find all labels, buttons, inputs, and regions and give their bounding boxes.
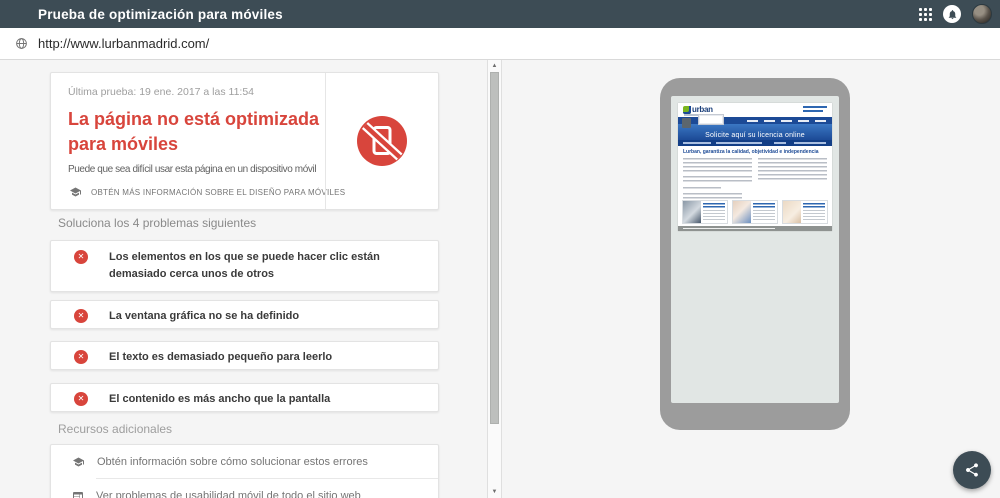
- scroll-down-arrow[interactable]: ▼: [488, 487, 501, 497]
- tested-url: http://www.lurbanmadrid.com/: [38, 36, 210, 51]
- globe-icon: [15, 37, 28, 50]
- phone-screen: urban Solicite aquí su licencia online L…: [671, 96, 839, 403]
- issue-label: El texto es demasiado pequeño para leerl…: [109, 351, 333, 363]
- learn-more-link[interactable]: OBTÉN MÁS INFORMACIÓN SOBRE EL DISEÑO PA…: [68, 186, 345, 198]
- header-actions: [919, 0, 992, 28]
- phone-mockup: urban Solicite aquí su licencia online L…: [660, 78, 850, 430]
- preview-phone-number-bars: [803, 106, 827, 113]
- issue-label: La ventana gráfica no se ha definido: [109, 310, 300, 322]
- app-header: Prueba de optimización para móviles: [0, 0, 1000, 28]
- last-test-timestamp: Última prueba: 19 ene. 2017 a las 11:54: [68, 86, 255, 98]
- resource-label: Ver problemas de usabilidad móvil de tod…: [96, 489, 361, 498]
- photo-thumbnail: [783, 201, 801, 223]
- result-status-box: [325, 73, 438, 209]
- logo-mark-icon: [683, 105, 691, 114]
- result-card: Última prueba: 19 ene. 2017 a las 11:54 …: [50, 72, 439, 210]
- resources-card: Obtén información sobre cómo solucionar …: [50, 444, 439, 498]
- not-mobile-friendly-icon: [357, 116, 407, 166]
- resource-label: Obtén información sobre cómo solucionar …: [97, 455, 368, 468]
- preview-mini-card: [782, 200, 828, 224]
- resource-link-fix-errors[interactable]: Obtén información sobre cómo solucionar …: [51, 445, 438, 478]
- error-icon: ✕: [74, 309, 88, 323]
- preview-card-row: [678, 199, 832, 226]
- issue-label: Los elementos en los que se puede hacer …: [109, 251, 380, 280]
- error-icon: ✕: [74, 350, 88, 364]
- photo-thumbnail: [733, 201, 751, 223]
- page-title: Prueba de optimización para móviles: [38, 6, 283, 22]
- preview-text-columns: [683, 158, 827, 201]
- graduation-cap-icon: [71, 456, 86, 468]
- logo-text: urban: [692, 105, 713, 114]
- preview-mini-card: [682, 200, 728, 224]
- preview-mini-card: [732, 200, 778, 224]
- photo-thumbnail: [683, 201, 701, 223]
- preview-navbar: [678, 114, 832, 128]
- share-button[interactable]: [953, 451, 991, 489]
- preview-stamp-badge: [682, 118, 691, 128]
- learn-more-label: OBTÉN MÁS INFORMACIÓN SOBRE EL DISEÑO PA…: [91, 187, 346, 197]
- notifications-bell-icon[interactable]: [943, 5, 961, 23]
- resource-link-site-usability[interactable]: Ver problemas de usabilidad móvil de tod…: [51, 479, 438, 498]
- preview-body: Lurban, garantiza la calidad, objetivida…: [678, 146, 832, 201]
- graduation-cap-icon: [70, 187, 81, 197]
- preview-banner-text: Solicite aquí su licencia online: [705, 132, 805, 139]
- browser-window-icon: [71, 490, 85, 498]
- error-icon: ✕: [74, 250, 88, 264]
- scrollbar-thumb[interactable]: [490, 72, 499, 424]
- preview-cert-badge: [698, 114, 724, 125]
- preview-linkbar: [678, 140, 832, 146]
- issue-item-tap-targets[interactable]: ✕ Los elementos en los que se puede hace…: [50, 240, 439, 292]
- share-icon: [966, 463, 978, 477]
- issue-item-viewport[interactable]: ✕ La ventana gráfica no se ha definido: [50, 300, 439, 329]
- issue-item-small-text[interactable]: ✕ El texto es demasiado pequeño para lee…: [50, 341, 439, 370]
- issue-label: El contenido es más ancho que la pantall…: [109, 393, 331, 405]
- preview-nav-links: [747, 120, 826, 122]
- user-avatar[interactable]: [972, 4, 992, 24]
- main-content: Última prueba: 19 ene. 2017 a las 11:54 …: [0, 60, 1000, 498]
- error-icon: ✕: [74, 392, 88, 406]
- issues-heading: Soluciona los 4 problemas siguientes: [58, 216, 257, 230]
- issue-item-content-width[interactable]: ✕ El contenido es más ancho que la panta…: [50, 383, 439, 412]
- vertical-scrollbar[interactable]: ▲ ▼: [487, 60, 502, 498]
- apps-grid-icon[interactable]: [919, 7, 932, 21]
- result-subtitle: Puede que sea difícil usar esta página e…: [68, 164, 317, 175]
- site-screenshot: urban Solicite aquí su licencia online L…: [678, 103, 832, 231]
- resources-heading: Recursos adicionales: [58, 422, 173, 436]
- url-bar[interactable]: http://www.lurbanmadrid.com/: [0, 28, 1000, 60]
- preview-footer: [678, 226, 832, 231]
- preview-site-logo: urban: [683, 105, 713, 114]
- preview-banner: Solicite aquí su licencia online: [678, 124, 832, 140]
- result-text-block: Última prueba: 19 ene. 2017 a las 11:54 …: [68, 86, 330, 175]
- result-title: La página no está optimizada para móvile…: [68, 109, 320, 154]
- scroll-up-arrow[interactable]: ▲: [488, 61, 501, 71]
- preview-content-heading: Lurban, garantiza la calidad, objetivida…: [683, 149, 819, 155]
